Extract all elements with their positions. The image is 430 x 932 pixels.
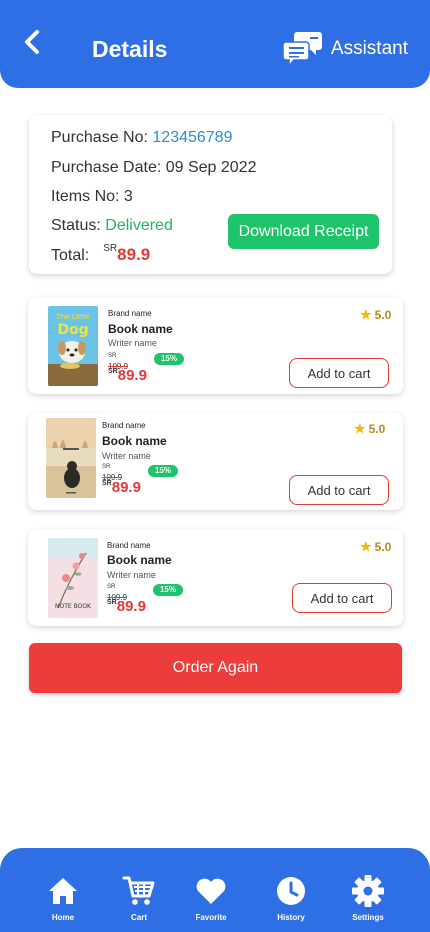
- items-count-row: Items No: 3: [51, 188, 133, 206]
- cart-icon: [122, 876, 155, 905]
- download-receipt-button[interactable]: Download Receipt: [228, 214, 379, 249]
- status-value: Delivered: [105, 217, 173, 234]
- nav-item-home[interactable]: Home: [33, 874, 93, 926]
- bottom-navigation: Home Cart Favorite History Settings: [0, 848, 430, 932]
- star-icon: ★: [360, 539, 372, 554]
- book-writer: Writer name: [108, 338, 157, 348]
- purchase-date-row: Purchase Date: 09 Sep 2022: [51, 159, 256, 177]
- gear-icon: [352, 875, 384, 907]
- clock-icon: [277, 877, 305, 905]
- page-title: Details: [92, 36, 168, 62]
- rating: ★ 5.0: [360, 539, 391, 555]
- nav-label-home: Home: [51, 913, 75, 922]
- status-row: Status: Delivered: [51, 217, 173, 235]
- chevron-left-icon: [25, 30, 39, 54]
- purchase-number-label: Purchase No:: [51, 129, 148, 146]
- assistant-button[interactable]: Assistant: [282, 30, 408, 68]
- order-again-button[interactable]: Order Again: [29, 643, 402, 693]
- back-button[interactable]: [18, 28, 48, 58]
- nav-item-favorite[interactable]: Favorite: [181, 874, 241, 926]
- book-card[interactable]: NOTE BOOK Brand name Book name Writer na…: [28, 529, 403, 626]
- nav-item-settings[interactable]: Settings: [338, 874, 398, 926]
- add-to-cart-button[interactable]: Add to cart: [289, 358, 389, 388]
- total-amount: 89.9: [117, 245, 151, 264]
- old-price-currency: SR: [108, 353, 117, 359]
- cover-title: NOTE BOOK: [55, 603, 92, 610]
- assistant-label: Assistant: [330, 38, 408, 59]
- discount-badge: 15%: [154, 353, 184, 365]
- discount-badge: 15%: [148, 465, 178, 477]
- book-name: Book name: [108, 322, 173, 336]
- items-count-label: Items No:: [51, 188, 120, 205]
- nav-item-history[interactable]: History: [261, 874, 321, 926]
- nav-label-cart: Cart: [130, 913, 147, 922]
- book-brand: Brand name: [108, 309, 152, 318]
- book-writer: Writer name: [107, 570, 156, 580]
- book-brand: Brand name: [107, 541, 151, 550]
- rating-value: 5.0: [368, 422, 386, 436]
- total-label: Total:: [51, 247, 90, 264]
- nav-item-cart[interactable]: Cart: [109, 874, 169, 926]
- nav-label-history: History: [277, 913, 305, 922]
- cover-title-line2: Dog: [57, 322, 88, 338]
- purchase-number-value: 123456789: [152, 129, 233, 146]
- purchase-summary-card: Purchase No: 123456789 Purchase Date: 09…: [29, 115, 392, 274]
- book-price: SR89.9: [107, 598, 146, 615]
- price-currency: SR: [107, 599, 117, 606]
- nav-label-favorite: Favorite: [195, 913, 227, 922]
- price-value: 89.9: [116, 598, 146, 615]
- book-cover-image: The Little Dog: [48, 306, 98, 386]
- status-label: Status:: [51, 217, 101, 234]
- star-icon: ★: [360, 307, 372, 322]
- heart-icon: [196, 878, 226, 904]
- book-brand: Brand name: [102, 421, 146, 430]
- add-to-cart-button[interactable]: Add to cart: [289, 475, 389, 505]
- total-row: Total: SR89.9: [51, 243, 151, 265]
- total-currency: SR: [103, 243, 118, 254]
- price-currency: SR: [108, 368, 118, 375]
- rating: ★ 5.0: [360, 307, 391, 323]
- app-header: Details Assistant: [0, 0, 430, 88]
- book-card[interactable]: Brand name Book name Writer name SR 109.9…: [28, 413, 403, 510]
- add-to-cart-button[interactable]: Add to cart: [292, 583, 392, 613]
- book-cover-illustration: NOTE BOOK: [48, 538, 98, 618]
- price-value: 89.9: [117, 367, 147, 384]
- nav-label-settings: Settings: [352, 913, 384, 922]
- book-name: Book name: [102, 434, 167, 448]
- home-icon: [49, 878, 77, 904]
- book-card[interactable]: The Little Dog Brand name Book name Writ…: [28, 297, 403, 394]
- book-cover-illustration: The Little Dog: [48, 306, 98, 386]
- price-value: 89.9: [111, 479, 141, 496]
- old-price-currency: SR: [102, 464, 111, 470]
- book-cover-illustration: [46, 418, 96, 498]
- book-price: SR89.9: [102, 479, 141, 496]
- page: Details Assistant Purchase No: 123456789…: [0, 0, 430, 932]
- book-cover-image: NOTE BOOK: [48, 538, 98, 618]
- items-count-value: 3: [123, 188, 133, 205]
- book-writer: Writer name: [102, 451, 151, 461]
- old-price-currency: SR: [107, 584, 116, 590]
- discount-badge: 15%: [153, 584, 183, 596]
- book-cover-image: [46, 418, 96, 498]
- purchase-date-label: Purchase Date:: [51, 159, 162, 176]
- price-currency: SR: [102, 480, 112, 487]
- rating: ★ 5.0: [354, 421, 385, 437]
- book-name: Book name: [107, 553, 172, 567]
- cover-title-line1: The Little: [56, 313, 90, 321]
- purchase-number-row: Purchase No: 123456789: [51, 129, 232, 147]
- rating-value: 5.0: [374, 308, 392, 322]
- rating-value: 5.0: [374, 540, 392, 554]
- star-icon: ★: [354, 421, 366, 436]
- purchase-date-value: 09 Sep 2022: [165, 159, 257, 176]
- book-price: SR89.9: [108, 367, 147, 384]
- chat-bubbles-icon: [282, 32, 322, 68]
